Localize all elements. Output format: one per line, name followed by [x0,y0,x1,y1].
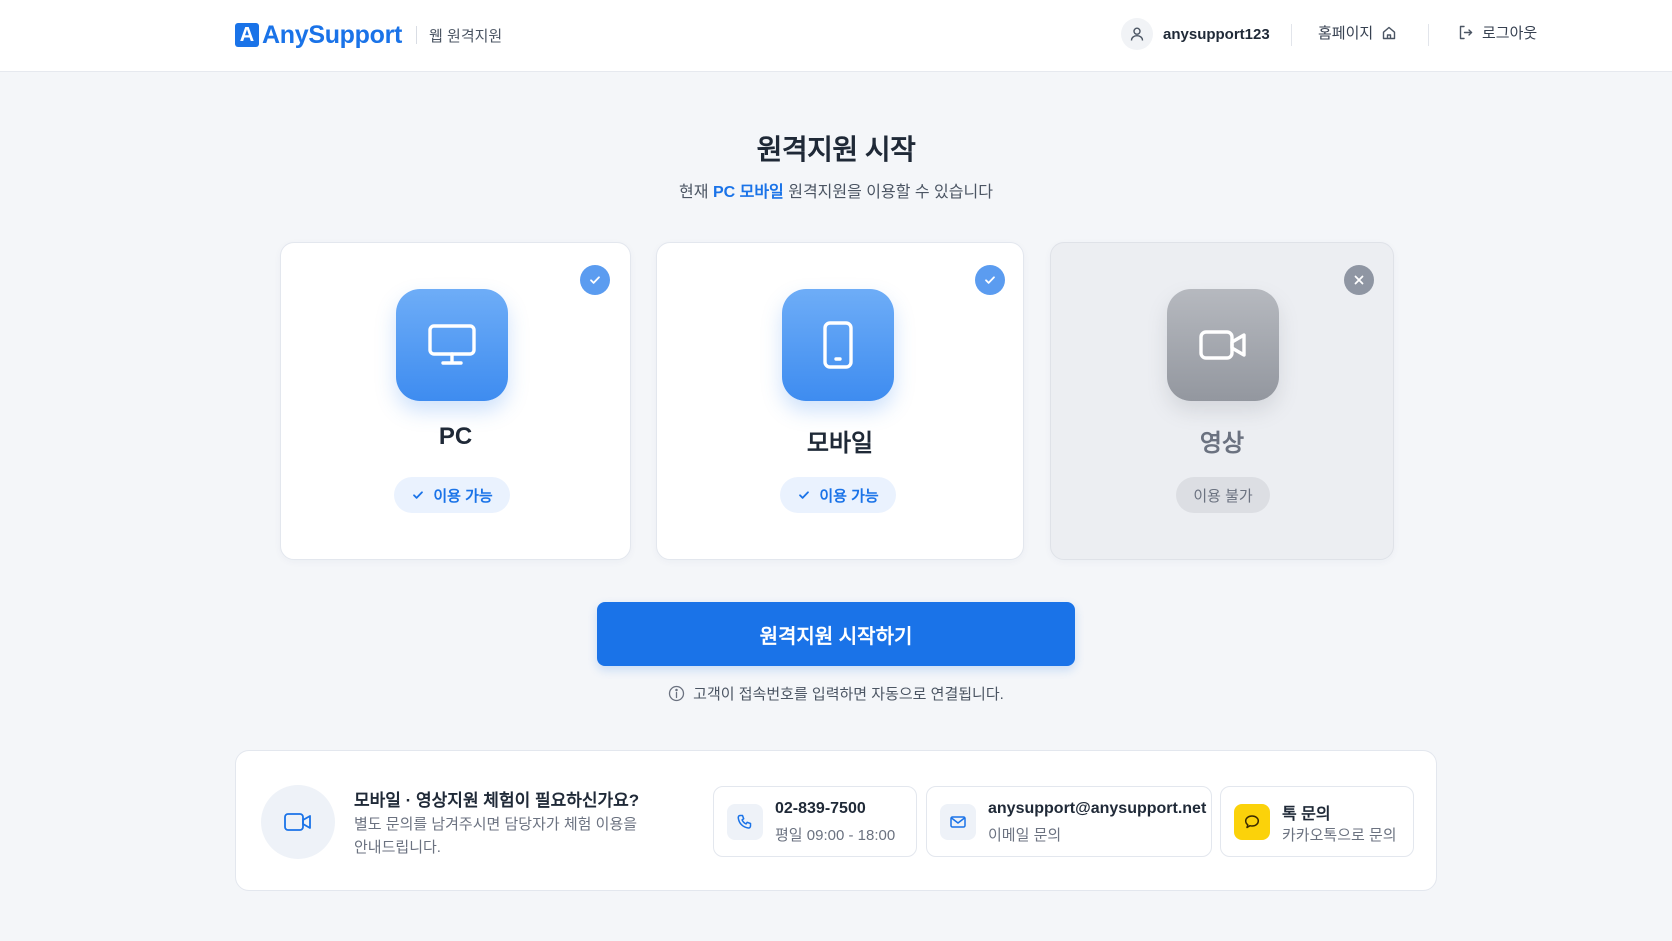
home-icon [1383,26,1396,39]
hint-label: 고객이 접속번호를 입력하면 자동으로 연결됩니다. [693,686,1004,703]
user-menu[interactable]: anysupport123 [1121,18,1270,50]
logo-text: AnySupport [262,20,403,49]
subtitle-prefix: 현재 [679,184,713,201]
hint-text: 고객이 접속번호를 입력하면 자동으로 연결됩니다. [0,683,1672,704]
page-title: 원격지원 시작 [756,134,916,165]
logout-button[interactable]: 로그아웃 [1457,22,1537,43]
contact-kakao-title: 톡 문의 [1282,806,1331,823]
top-header: A AnySupport 웹 원격지원 anysupport123 홈페이지 로… [0,0,1672,72]
contact-phone-number: 02-839-7500 [775,800,866,817]
section-title: 웹 원격지원 [429,27,503,45]
logo[interactable]: A AnySupport 웹 원격지원 [235,20,502,50]
card-pc[interactable]: PC 이용 가능 [280,242,631,560]
logout-icon [1459,25,1473,40]
logo-mark: A [235,23,259,47]
status-badge: 이용 불가 [1176,477,1270,513]
logout-label: 로그아웃 [1482,25,1538,42]
card-video: 영상 이용 불가 [1050,242,1394,560]
homepage-label: 홈페이지 [1318,25,1374,42]
card-title: PC [438,423,473,450]
card-mobile[interactable]: 모바일 이용 가능 [656,242,1024,560]
card-title: 모바일 [806,430,874,457]
check-icon [580,265,610,295]
contact-email-address: anysupport@anysupport.net [988,800,1207,817]
contact-phone-hours: 평일 09:00 - 18:00 [775,827,896,844]
status-label: 이용 불가 [1193,487,1253,505]
smartphone-icon [782,289,894,401]
card-title: 영상 [1199,430,1245,457]
video-camera-icon [1167,289,1279,401]
logo-divider [416,26,418,44]
header-divider [1428,24,1429,46]
start-remote-support-button[interactable]: 원격지원 시작하기 [597,602,1075,666]
contact-phone[interactable]: 02-839-7500 평일 09:00 - 18:00 [713,786,917,857]
user-icon [1121,18,1153,50]
status-label: 이용 가능 [819,487,879,505]
phone-icon [727,804,763,840]
close-icon [1344,265,1374,295]
status-badge: 이용 가능 [780,477,896,513]
homepage-link[interactable]: 홈페이지 [1318,22,1397,43]
contact-email[interactable]: anysupport@anysupport.net 이메일 문의 [926,786,1212,857]
video-camera-icon [261,785,335,859]
panel-description: 별도 문의를 남겨주시면 담당자가 체험 이용을 안내드립니다. [354,816,638,856]
status-badge: 이용 가능 [394,477,510,513]
info-icon [669,685,685,702]
panel-title: 모바일 · 영상지원 체험이 필요하신가요? [354,791,640,810]
check-icon [413,491,424,499]
contact-kakao-label: 카카오톡으로 문의 [1282,827,1397,844]
monitor-icon [396,289,508,401]
mail-icon [940,804,976,840]
status-label: 이용 가능 [433,487,493,505]
contact-email-label: 이메일 문의 [988,827,1062,844]
subtitle-suffix: 원격지원을 이용할 수 있습니다 [783,184,993,201]
user-name: anysupport123 [1163,25,1270,43]
page-subtitle: 현재 PC 모바일 원격지원을 이용할 수 있습니다 [0,178,1672,202]
header-divider [1291,24,1292,46]
chat-bubble-icon [1234,804,1270,840]
check-icon [799,491,810,499]
check-icon [975,265,1005,295]
subtitle-highlight: PC 모바일 [712,184,784,201]
trial-inquiry-panel: 모바일 · 영상지원 체험이 필요하신가요? 별도 문의를 남겨주시면 담당자가… [235,750,1437,891]
contact-kakao[interactable]: 톡 문의 카카오톡으로 문의 [1220,786,1414,857]
